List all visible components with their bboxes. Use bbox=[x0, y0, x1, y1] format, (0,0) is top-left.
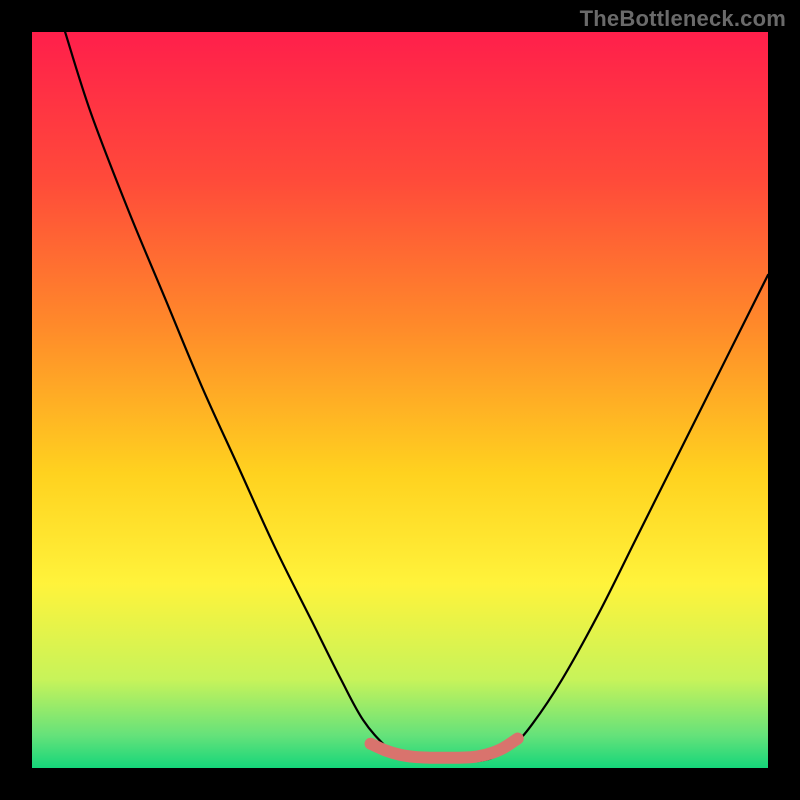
chart-frame: TheBottleneck.com bbox=[0, 0, 800, 800]
bottleneck-chart bbox=[32, 32, 768, 768]
plot-area bbox=[32, 32, 768, 768]
watermark-text: TheBottleneck.com bbox=[580, 6, 786, 32]
gradient-background bbox=[32, 32, 768, 768]
